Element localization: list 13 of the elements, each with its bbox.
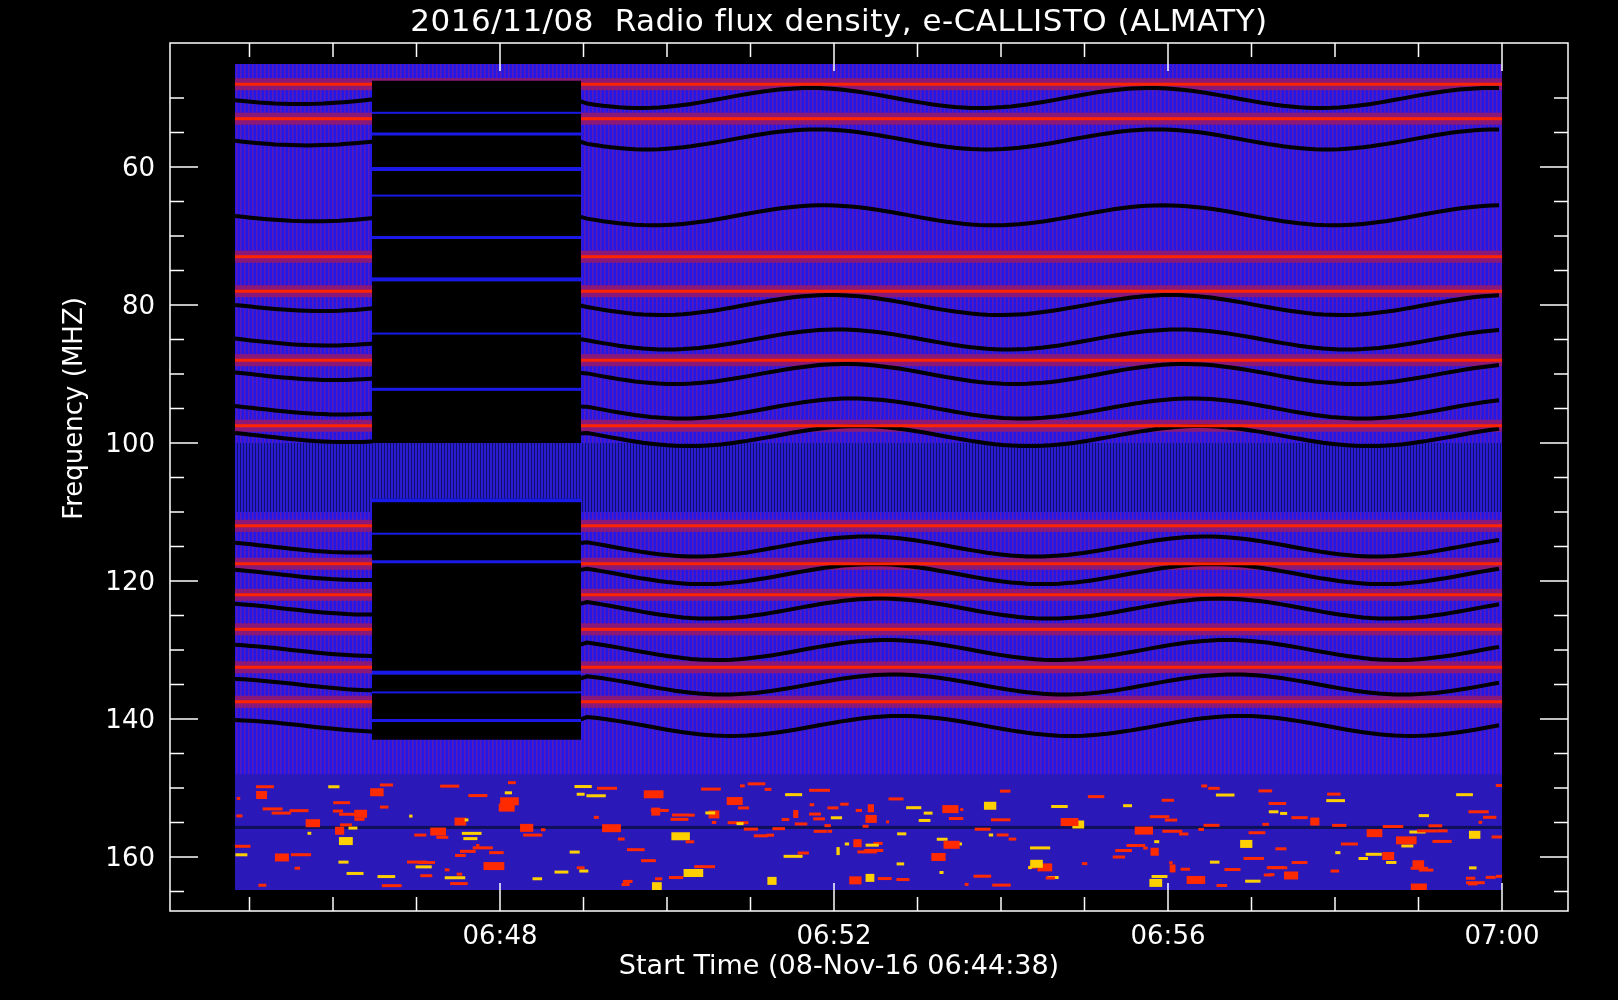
y-tick-label: 120	[105, 566, 155, 596]
chart-title: 2016/11/08 Radio flux density, e-CALLISTO (ALMATY)	[409, 1, 1268, 40]
y-tick-label: 140	[105, 704, 155, 734]
x-tick-label: 06:48	[462, 920, 538, 950]
x-tick-label: 06:52	[796, 920, 872, 950]
y-tick-label: 100	[105, 428, 155, 458]
x-tick-label: 07:00	[1464, 920, 1540, 950]
x-axis-title: Start Time (08-Nov-16 06:44:38)	[617, 948, 1060, 982]
y-tick-label: 80	[121, 290, 155, 320]
x-tick-label: 06:56	[1130, 920, 1206, 950]
y-tick-label: 160	[105, 842, 155, 872]
y-axis-title: Frequency (MHZ)	[58, 297, 88, 520]
y-tick-label: 60	[121, 152, 155, 182]
